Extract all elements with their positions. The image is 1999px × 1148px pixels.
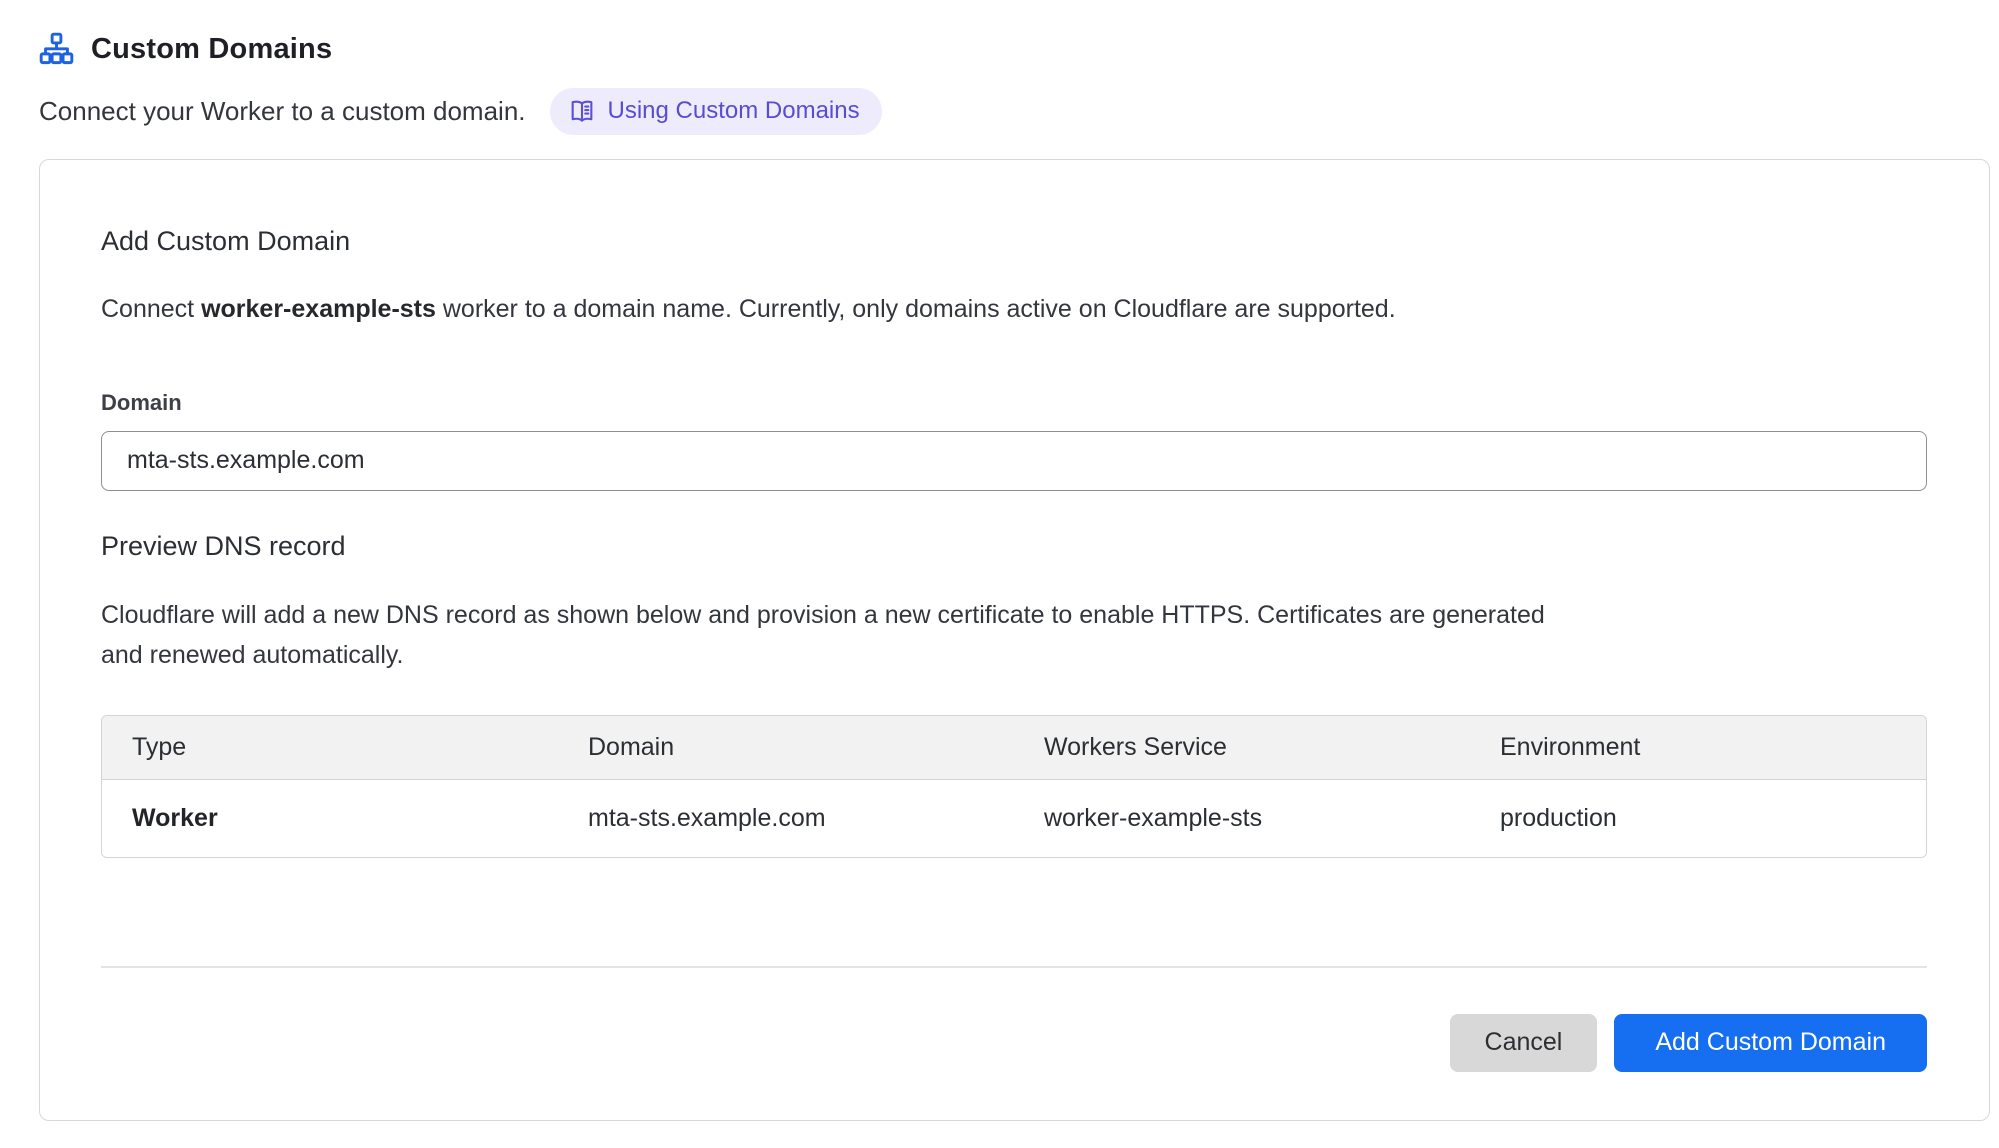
worker-name: worker-example-sts [201, 295, 436, 323]
dns-preview-table-wrap: Type Domain Workers Service Environment … [101, 715, 1927, 858]
dns-preview-table: Type Domain Workers Service Environment … [101, 715, 1927, 858]
column-header-workers-service: Workers Service [1014, 716, 1470, 779]
column-header-domain: Domain [558, 716, 1014, 779]
sitemap-icon [39, 32, 74, 67]
page-subtitle: Connect your Worker to a custom domain. [39, 96, 526, 127]
column-header-type: Type [102, 716, 558, 779]
cancel-button[interactable]: Cancel [1450, 1014, 1598, 1072]
docs-link[interactable]: Using Custom Domains [550, 88, 882, 135]
add-custom-domain-card: Add Custom Domain Connect worker-example… [39, 159, 1990, 1121]
column-header-environment: Environment [1470, 716, 1926, 779]
open-book-icon [568, 97, 596, 125]
cell-type: Worker [102, 779, 558, 857]
add-custom-domain-button[interactable]: Add Custom Domain [1614, 1014, 1927, 1072]
footer-divider [101, 966, 1927, 968]
preview-dns-description: Cloudflare will add a new DNS record as … [101, 595, 1591, 675]
intro-prefix: Connect [101, 295, 194, 323]
docs-link-label: Using Custom Domains [608, 97, 860, 125]
custom-domains-page: Custom Domains Connect your Worker to a … [0, 0, 1999, 1148]
table-header-row: Type Domain Workers Service Environment [102, 716, 1926, 779]
card-actions: Cancel Add Custom Domain [101, 1014, 1927, 1072]
domain-label: Domain [101, 390, 1927, 416]
title-row: Custom Domains [39, 32, 1990, 67]
intro-text: Connect worker-example-sts worker to a d… [101, 293, 1927, 326]
preview-dns-heading: Preview DNS record [101, 531, 1927, 562]
intro-suffix: worker to a domain name. Currently, only… [443, 295, 1396, 323]
card-heading: Add Custom Domain [101, 226, 1927, 257]
page-title: Custom Domains [91, 33, 332, 66]
cell-workers-service: worker-example-sts [1014, 779, 1470, 857]
subtitle-row: Connect your Worker to a custom domain. … [39, 88, 1990, 135]
page-header: Custom Domains Connect your Worker to a … [39, 32, 1990, 135]
cell-environment: production [1470, 779, 1926, 857]
cell-domain: mta-sts.example.com [558, 779, 1014, 857]
domain-input[interactable] [101, 431, 1927, 491]
table-row: Worker mta-sts.example.com worker-exampl… [102, 779, 1926, 857]
domain-field: Domain [101, 390, 1927, 491]
